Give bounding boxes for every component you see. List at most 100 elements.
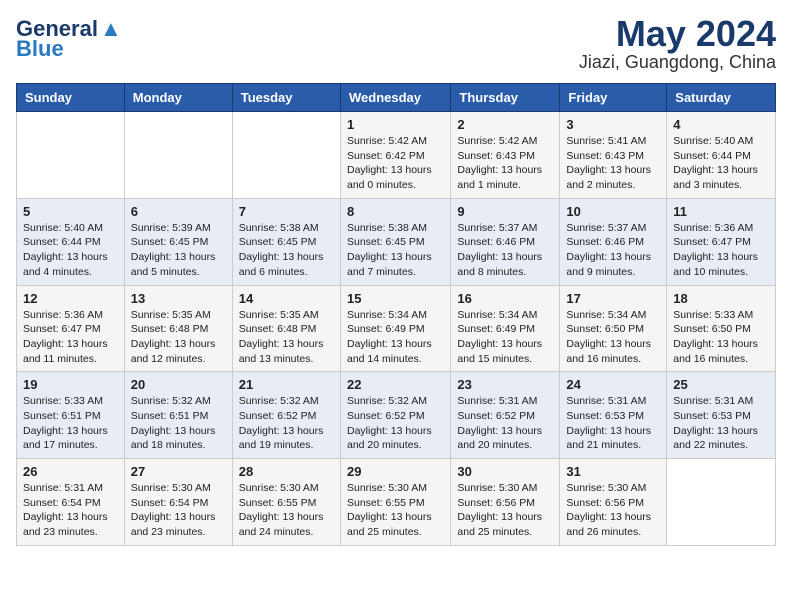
day-number: 7 xyxy=(239,204,334,219)
calendar-cell: 17Sunrise: 5:34 AM Sunset: 6:50 PM Dayli… xyxy=(560,285,667,372)
logo-bird-icon: ▲ xyxy=(100,16,122,42)
day-number: 23 xyxy=(457,377,553,392)
calendar-cell: 25Sunrise: 5:31 AM Sunset: 6:53 PM Dayli… xyxy=(667,372,776,459)
week-row-2: 5 Sunrise: 5:40 AM Sunset: 6:44 PM Daylig… xyxy=(17,198,776,285)
day-number: 27 xyxy=(131,464,226,479)
day-info: Sunrise: 5:30 AM Sunset: 6:55 PM Dayligh… xyxy=(347,481,444,540)
calendar-cell: 27 Sunrise: 5:30 AM Sunset: 6:54 PM Dayli… xyxy=(124,459,232,546)
day-number: 4 xyxy=(673,117,769,132)
calendar-cell xyxy=(232,112,340,199)
day-info: Sunrise: 5:38 AM Sunset: 6:45 PM Dayligh… xyxy=(347,221,444,280)
day-number: 1 xyxy=(347,117,444,132)
logo: General ▲ Blue xyxy=(16,16,122,62)
calendar-cell: 4 Sunrise: 5:40 AM Sunset: 6:44 PM Daylig… xyxy=(667,112,776,199)
day-info: Sunrise: 5:30 AM Sunset: 6:56 PM Dayligh… xyxy=(457,481,553,540)
day-number: 17 xyxy=(566,291,660,306)
calendar-cell: 19 Sunrise: 5:33 AM Sunset: 6:51 PM Dayli… xyxy=(17,372,125,459)
day-number: 8 xyxy=(347,204,444,219)
day-info: Sunrise: 5:42 AM Sunset: 6:42 PM Dayligh… xyxy=(347,134,444,193)
title-block: May 2024 Jiazi, Guangdong, China xyxy=(579,16,776,73)
day-info: Sunrise: 5:36 AM Sunset: 6:47 PM Dayligh… xyxy=(673,221,769,280)
day-info: Sunrise: 5:39 AM Sunset: 6:45 PM Dayligh… xyxy=(131,221,226,280)
day-number: 13 xyxy=(131,291,226,306)
calendar-cell: 2Sunrise: 5:42 AM Sunset: 6:43 PM Daylig… xyxy=(451,112,560,199)
day-info: Sunrise: 5:34 AM Sunset: 6:49 PM Dayligh… xyxy=(457,308,553,367)
weekday-header-row: Sunday Monday Tuesday Wednesday Thursday… xyxy=(17,84,776,112)
day-number: 15 xyxy=(347,291,444,306)
week-row-1: 1 Sunrise: 5:42 AM Sunset: 6:42 PM Daylig… xyxy=(17,112,776,199)
calendar-table: Sunday Monday Tuesday Wednesday Thursday… xyxy=(16,83,776,546)
logo-blue: Blue xyxy=(16,36,64,62)
calendar-cell: 8 Sunrise: 5:38 AM Sunset: 6:45 PM Daylig… xyxy=(340,198,450,285)
day-info: Sunrise: 5:38 AM Sunset: 6:45 PM Dayligh… xyxy=(239,221,334,280)
day-info: Sunrise: 5:31 AM Sunset: 6:53 PM Dayligh… xyxy=(566,394,660,453)
calendar-cell: 23 Sunrise: 5:31 AM Sunset: 6:52 PM Dayli… xyxy=(451,372,560,459)
calendar-cell: 15 Sunrise: 5:34 AM Sunset: 6:49 PM Dayli… xyxy=(340,285,450,372)
week-row-5: 26Sunrise: 5:31 AM Sunset: 6:54 PM Dayli… xyxy=(17,459,776,546)
calendar-subtitle: Jiazi, Guangdong, China xyxy=(579,52,776,73)
day-number: 26 xyxy=(23,464,118,479)
calendar-cell: 3 Sunrise: 5:41 AM Sunset: 6:43 PM Daylig… xyxy=(560,112,667,199)
day-number: 19 xyxy=(23,377,118,392)
calendar-cell: 28 Sunrise: 5:30 AM Sunset: 6:55 PM Dayli… xyxy=(232,459,340,546)
page-header: General ▲ Blue May 2024 Jiazi, Guangdong… xyxy=(16,16,776,73)
day-number: 14 xyxy=(239,291,334,306)
header-saturday: Saturday xyxy=(667,84,776,112)
day-number: 24 xyxy=(566,377,660,392)
week-row-4: 19 Sunrise: 5:33 AM Sunset: 6:51 PM Dayli… xyxy=(17,372,776,459)
day-info: Sunrise: 5:40 AM Sunset: 6:44 PM Dayligh… xyxy=(23,221,118,280)
calendar-cell: 18Sunrise: 5:33 AM Sunset: 6:50 PM Dayli… xyxy=(667,285,776,372)
day-number: 29 xyxy=(347,464,444,479)
calendar-cell: 12 Sunrise: 5:36 AM Sunset: 6:47 PM Dayli… xyxy=(17,285,125,372)
calendar-cell: 9Sunrise: 5:37 AM Sunset: 6:46 PM Daylig… xyxy=(451,198,560,285)
day-info: Sunrise: 5:33 AM Sunset: 6:51 PM Dayligh… xyxy=(23,394,118,453)
calendar-cell: 16 Sunrise: 5:34 AM Sunset: 6:49 PM Dayli… xyxy=(451,285,560,372)
calendar-cell: 26Sunrise: 5:31 AM Sunset: 6:54 PM Dayli… xyxy=(17,459,125,546)
calendar-cell: 31 Sunrise: 5:30 AM Sunset: 6:56 PM Dayli… xyxy=(560,459,667,546)
header-tuesday: Tuesday xyxy=(232,84,340,112)
calendar-cell: 21 Sunrise: 5:32 AM Sunset: 6:52 PM Dayli… xyxy=(232,372,340,459)
day-info: Sunrise: 5:35 AM Sunset: 6:48 PM Dayligh… xyxy=(239,308,334,367)
day-info: Sunrise: 5:32 AM Sunset: 6:52 PM Dayligh… xyxy=(239,394,334,453)
day-number: 6 xyxy=(131,204,226,219)
day-info: Sunrise: 5:31 AM Sunset: 6:52 PM Dayligh… xyxy=(457,394,553,453)
header-monday: Monday xyxy=(124,84,232,112)
day-number: 12 xyxy=(23,291,118,306)
header-sunday: Sunday xyxy=(17,84,125,112)
header-thursday: Thursday xyxy=(451,84,560,112)
calendar-cell: 10 Sunrise: 5:37 AM Sunset: 6:46 PM Dayli… xyxy=(560,198,667,285)
day-info: Sunrise: 5:32 AM Sunset: 6:52 PM Dayligh… xyxy=(347,394,444,453)
day-number: 11 xyxy=(673,204,769,219)
day-number: 3 xyxy=(566,117,660,132)
day-number: 2 xyxy=(457,117,553,132)
day-info: Sunrise: 5:37 AM Sunset: 6:46 PM Dayligh… xyxy=(566,221,660,280)
calendar-cell: 11 Sunrise: 5:36 AM Sunset: 6:47 PM Dayli… xyxy=(667,198,776,285)
day-info: Sunrise: 5:34 AM Sunset: 6:49 PM Dayligh… xyxy=(347,308,444,367)
day-number: 16 xyxy=(457,291,553,306)
calendar-cell: 30 Sunrise: 5:30 AM Sunset: 6:56 PM Dayli… xyxy=(451,459,560,546)
day-info: Sunrise: 5:40 AM Sunset: 6:44 PM Dayligh… xyxy=(673,134,769,193)
calendar-cell: 7 Sunrise: 5:38 AM Sunset: 6:45 PM Daylig… xyxy=(232,198,340,285)
calendar-cell: 24 Sunrise: 5:31 AM Sunset: 6:53 PM Dayli… xyxy=(560,372,667,459)
day-number: 21 xyxy=(239,377,334,392)
day-info: Sunrise: 5:36 AM Sunset: 6:47 PM Dayligh… xyxy=(23,308,118,367)
week-row-3: 12 Sunrise: 5:36 AM Sunset: 6:47 PM Dayli… xyxy=(17,285,776,372)
day-number: 10 xyxy=(566,204,660,219)
calendar-cell: 1 Sunrise: 5:42 AM Sunset: 6:42 PM Daylig… xyxy=(340,112,450,199)
day-number: 31 xyxy=(566,464,660,479)
day-number: 28 xyxy=(239,464,334,479)
day-info: Sunrise: 5:30 AM Sunset: 6:55 PM Dayligh… xyxy=(239,481,334,540)
calendar-cell: 13Sunrise: 5:35 AM Sunset: 6:48 PM Dayli… xyxy=(124,285,232,372)
calendar-cell: 29 Sunrise: 5:30 AM Sunset: 6:55 PM Dayli… xyxy=(340,459,450,546)
calendar-cell: 6 Sunrise: 5:39 AM Sunset: 6:45 PM Daylig… xyxy=(124,198,232,285)
day-info: Sunrise: 5:30 AM Sunset: 6:54 PM Dayligh… xyxy=(131,481,226,540)
day-number: 5 xyxy=(23,204,118,219)
day-info: Sunrise: 5:30 AM Sunset: 6:56 PM Dayligh… xyxy=(566,481,660,540)
calendar-cell: 14 Sunrise: 5:35 AM Sunset: 6:48 PM Dayli… xyxy=(232,285,340,372)
calendar-cell: 5 Sunrise: 5:40 AM Sunset: 6:44 PM Daylig… xyxy=(17,198,125,285)
day-info: Sunrise: 5:37 AM Sunset: 6:46 PM Dayligh… xyxy=(457,221,553,280)
day-info: Sunrise: 5:33 AM Sunset: 6:50 PM Dayligh… xyxy=(673,308,769,367)
calendar-cell xyxy=(124,112,232,199)
day-number: 30 xyxy=(457,464,553,479)
day-info: Sunrise: 5:41 AM Sunset: 6:43 PM Dayligh… xyxy=(566,134,660,193)
